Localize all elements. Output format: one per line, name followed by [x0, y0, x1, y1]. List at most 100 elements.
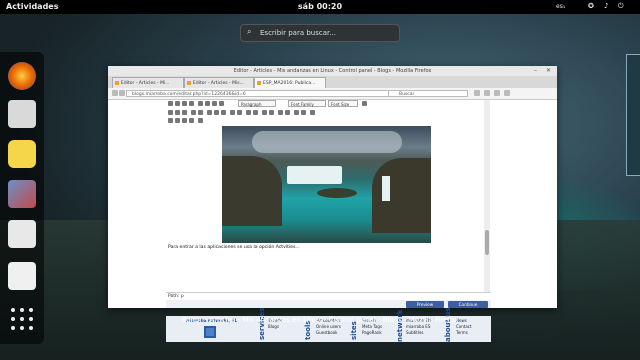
top-bar: Actividades sáb 00:20 es₁ ✪ ♪ ⏻: [0, 0, 640, 14]
outdent-icon[interactable]: [253, 110, 258, 115]
strikethrough-icon[interactable]: [189, 101, 194, 106]
cut-icon[interactable]: [168, 110, 173, 115]
link-icon[interactable]: [207, 110, 212, 115]
forward-icon[interactable]: [119, 90, 125, 96]
clear-format-icon[interactable]: [362, 101, 367, 106]
footer-link[interactable]: Terms: [456, 330, 472, 336]
editor-caption-text[interactable]: Para entrar a las aplicaciones se usa la…: [168, 245, 300, 250]
horizontal-rule-icon[interactable]: [189, 118, 194, 123]
footer-about-heading: about us: [444, 307, 452, 342]
bookmark-icon[interactable]: [474, 90, 480, 96]
align-left-icon[interactable]: [198, 101, 203, 106]
dash: [0, 52, 44, 344]
tab-2[interactable]: Editor - Articles - Mis...: [184, 77, 254, 88]
miarroba-logo-icon: [204, 326, 216, 338]
media-icon[interactable]: [294, 110, 299, 115]
editor-scrollbar[interactable]: [484, 100, 490, 292]
align-right-icon[interactable]: [212, 101, 217, 106]
align-center-icon[interactable]: [205, 101, 210, 106]
footer-link[interactable]: Guestbook: [316, 330, 341, 336]
spellcheck-icon[interactable]: [198, 118, 203, 123]
firefox-icon[interactable]: [8, 62, 36, 90]
tab-3[interactable]: ESP_MA2016: Publica...: [254, 77, 326, 88]
continue-button[interactable]: Continue: [448, 301, 488, 308]
volume-icon[interactable]: ♪: [604, 2, 608, 10]
justify-icon[interactable]: [219, 101, 224, 106]
indent-icon[interactable]: [246, 110, 251, 115]
file-manager-icon[interactable]: [8, 220, 36, 248]
page-content: Paragraph Font Family Font Size Para ent…: [108, 100, 557, 342]
copy-icon[interactable]: [175, 110, 180, 115]
editor-path: Path: p: [166, 292, 491, 299]
photo-cliff-left: [222, 156, 282, 226]
font-size-select[interactable]: Font Size: [328, 100, 358, 107]
browser-search-field[interactable]: Buscar: [388, 90, 468, 97]
editor-toolbar-row-2: [166, 109, 491, 117]
tab-label: ESP_MA2016: Publica...: [263, 81, 316, 86]
close-icon[interactable]: ✕: [546, 67, 551, 74]
italic-icon[interactable]: [175, 101, 180, 106]
redo-icon[interactable]: [198, 110, 203, 115]
back-icon[interactable]: [112, 90, 118, 96]
browser-search-placeholder: Buscar: [399, 92, 415, 97]
editor-toolbar-row-1: Paragraph Font Family Font Size: [166, 100, 491, 108]
favicon-icon: [115, 81, 119, 85]
code-icon[interactable]: [301, 110, 306, 115]
rich-text-editor[interactable]: Paragraph Font Family Font Size Para ent…: [166, 100, 491, 308]
undo-icon[interactable]: [191, 110, 196, 115]
fullscreen-icon[interactable]: [310, 110, 315, 115]
tab-label: Editor - Articles - Mi...: [121, 81, 170, 86]
format-select[interactable]: Paragraph: [238, 100, 276, 107]
home-icon[interactable]: [494, 90, 500, 96]
photo-waterfall: [287, 166, 342, 184]
image-viewer-icon[interactable]: [8, 180, 36, 208]
window-title: Editor - Articles - Mis andanzas en Linu…: [108, 66, 557, 76]
photo-waterfall-small: [382, 176, 390, 201]
power-icon[interactable]: ⏻: [618, 2, 624, 11]
table-icon[interactable]: [278, 110, 283, 115]
preview-button[interactable]: Preview: [406, 301, 444, 308]
image-icon[interactable]: [221, 110, 226, 115]
unlink-icon[interactable]: [214, 110, 219, 115]
scrollbar-thumb[interactable]: [485, 230, 489, 255]
keyboard-layout-indicator[interactable]: es₁: [556, 3, 565, 10]
window-overview-label: Editor - Articles - Mis andanzas en Linu…: [181, 316, 459, 324]
search-placeholder: Escribir para buscar...: [260, 29, 336, 37]
accessibility-icon[interactable]: ✪: [588, 2, 594, 10]
superscript-icon[interactable]: [175, 118, 180, 123]
footer-link[interactable]: Blogs: [268, 324, 282, 330]
music-player-icon[interactable]: [8, 140, 36, 168]
list-icon[interactable]: [230, 110, 235, 115]
url-bar[interactable]: blogs.miarroba.com/editar.php?id=1226436…: [126, 90, 394, 97]
navigation-toolbar: blogs.miarroba.com/editar.php?id=1226436…: [108, 88, 557, 100]
emoticon-icon[interactable]: [285, 110, 290, 115]
font-family-select[interactable]: Font Family: [288, 100, 326, 107]
workspace-thumbnail[interactable]: [626, 54, 640, 176]
minimize-icon[interactable]: –: [534, 67, 537, 74]
bold-icon[interactable]: [168, 101, 173, 106]
underline-icon[interactable]: [182, 101, 187, 106]
paste-icon[interactable]: [182, 110, 187, 115]
footer-link[interactable]: PageRank: [362, 330, 382, 336]
favicon-icon: [187, 81, 191, 85]
menu-icon[interactable]: [504, 90, 510, 96]
photo-island: [317, 188, 357, 198]
special-char-icon[interactable]: [182, 118, 187, 123]
favicon-icon: [257, 81, 261, 85]
tab-strip: Editor - Articles - Mi... Editor - Artic…: [108, 76, 557, 88]
editor-button-bar: Preview Continue: [166, 300, 491, 308]
search-field[interactable]: ⌕ Escribir para buscar...: [240, 24, 400, 42]
numbered-list-icon[interactable]: [237, 110, 242, 115]
subscript-icon[interactable]: [168, 118, 173, 123]
embedded-photo-waterfall[interactable]: [222, 126, 431, 243]
highlight-icon[interactable]: [269, 110, 274, 115]
software-center-icon[interactable]: [8, 262, 36, 290]
download-icon[interactable]: [484, 90, 490, 96]
text-color-icon[interactable]: [262, 110, 267, 115]
footer-link[interactable]: Subtitles: [406, 330, 431, 336]
clock[interactable]: sáb 00:20: [0, 2, 640, 11]
firefox-window[interactable]: Editor - Articles - Mis andanzas en Linu…: [108, 66, 557, 342]
tab-1[interactable]: Editor - Articles - Mi...: [112, 77, 184, 88]
photo-cliff-right: [372, 158, 431, 233]
mail-client-icon[interactable]: [8, 100, 36, 128]
